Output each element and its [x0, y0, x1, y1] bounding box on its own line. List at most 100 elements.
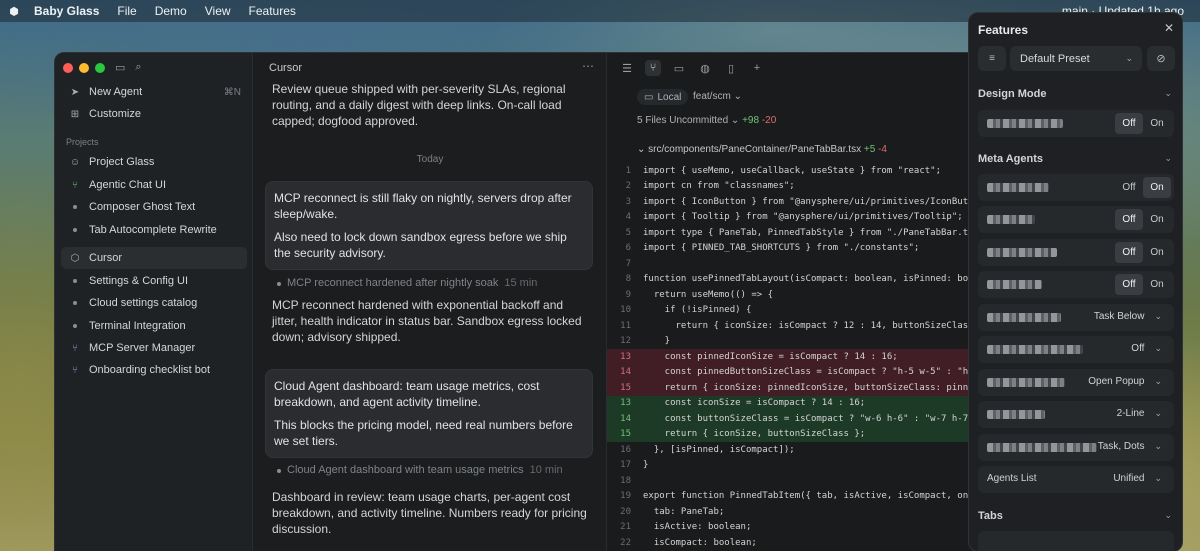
terminal-icon[interactable]: ▭ — [671, 60, 687, 76]
removed-count: -20 — [761, 115, 777, 126]
agent-status-line[interactable]: Cloud Agent dashboard with team usage me… — [277, 464, 563, 476]
link-icon[interactable]: ⊘ — [1147, 46, 1175, 71]
menu-features[interactable]: Features — [249, 4, 296, 18]
code-line: 9 return useMemo(() => { — [607, 287, 1013, 303]
dot-icon — [67, 324, 83, 328]
file-path: src/components/PaneContainer/PaneTabBar.… — [648, 144, 862, 155]
feature-row[interactable]: Open Popup ⌄ — [978, 369, 1174, 396]
sidebar-toggle-icon[interactable]: ▭ — [115, 61, 125, 74]
features-panel: Features ✕ ≡ Default Preset ⌄ ⊘ Design M… — [968, 12, 1183, 551]
code-line: 21 isActive: boolean; — [607, 520, 1013, 536]
toggle-on[interactable]: On — [1143, 209, 1171, 230]
document-icon[interactable]: ▯ — [723, 60, 739, 76]
new-agent-button[interactable]: ➤ New Agent ⌘N — [61, 81, 247, 103]
chevron-down-icon[interactable]: ⌄ — [1164, 88, 1172, 99]
toggle-on[interactable]: On — [1143, 242, 1171, 263]
toggle-off[interactable]: Off — [1115, 274, 1143, 295]
line-number: 3 — [625, 196, 631, 207]
feature-dropdown[interactable]: Task, Dots ⌄ — [1098, 441, 1162, 452]
section-tabs[interactable]: Tabs — [978, 510, 1003, 522]
redacted-label — [987, 378, 1065, 387]
sidebar-item-cloud-settings[interactable]: Cloud settings catalog — [61, 292, 247, 314]
sidebar-item-cursor[interactable]: ⬡ Cursor — [61, 247, 247, 269]
toggle-off[interactable]: Off — [1115, 177, 1143, 198]
list-sort-icon[interactable]: ≡ — [978, 46, 1006, 71]
minimize-window-button[interactable] — [79, 63, 89, 73]
feature-row[interactable]: Task, Dots ⌄ — [978, 434, 1174, 461]
customize-button[interactable]: ⊞ Customize — [61, 103, 247, 125]
chevron-down-icon[interactable]: ⌄ — [1164, 510, 1172, 521]
dot-icon — [67, 205, 83, 209]
section-meta-agents[interactable]: Meta Agents — [978, 153, 1043, 165]
feature-dropdown[interactable]: Open Popup ⌄ — [1088, 376, 1162, 387]
source-control-icon[interactable]: ⑂ — [645, 60, 661, 76]
preset-dropdown[interactable]: Default Preset ⌄ — [1010, 46, 1142, 71]
sidebar-item-label: Settings & Config UI — [89, 275, 189, 287]
toggle-off[interactable]: Off — [1115, 242, 1143, 263]
sidebar-item-tab-autocomplete[interactable]: Tab Autocomplete Rewrite — [61, 219, 247, 241]
section-design-mode[interactable]: Design Mode — [978, 88, 1046, 100]
menu-view[interactable]: View — [205, 4, 231, 18]
sidebar: ▭ ⌕ ➤ New Agent ⌘N ⊞ Customize Projects … — [55, 53, 253, 551]
files-icon[interactable]: ☰ — [619, 60, 635, 76]
chevron-down-icon: ⌄ — [1154, 343, 1162, 353]
feature-row-agents-list[interactable]: Agents List Unified ⌄ — [978, 466, 1174, 493]
chevron-down-icon: ⌄ — [1154, 311, 1162, 321]
sidebar-item-settings-config[interactable]: Settings & Config UI — [61, 270, 247, 292]
feature-row[interactable]: Off ⌄ — [978, 336, 1174, 363]
menu-demo[interactable]: Demo — [155, 4, 187, 18]
close-icon[interactable]: ✕ — [1164, 21, 1174, 35]
agent-status-line[interactable]: MCP reconnect hardened after nightly soa… — [277, 277, 537, 289]
agent-message: MCP reconnect hardened with exponential … — [272, 298, 582, 344]
uncommitted-summary[interactable]: 5 Files Uncommitted ⌄ +98 -20 — [637, 115, 776, 126]
feature-dropdown[interactable]: Task Below ⌄ — [1094, 311, 1162, 322]
search-icon[interactable]: ⌕ — [135, 61, 141, 74]
globe-icon[interactable]: ◍ — [697, 60, 713, 76]
app-logo-icon[interactable]: ⬢ — [8, 5, 20, 18]
local-toggle[interactable]: ▭ Local — [637, 89, 689, 105]
dropdown-value: Task Below — [1093, 311, 1145, 322]
toggle-segment[interactable]: Off On — [1115, 113, 1171, 134]
feature-row[interactable]: Task Below ⌄ — [978, 304, 1174, 331]
toggle-on[interactable]: On — [1143, 113, 1171, 134]
features-title: Features — [978, 23, 1029, 37]
sidebar-item-mcp-server-manager[interactable]: ⑂ MCP Server Manager — [61, 337, 247, 359]
branch-selector[interactable]: feat/scm ⌄ — [693, 91, 742, 102]
sidebar-item-terminal-integration[interactable]: Terminal Integration — [61, 315, 247, 337]
toggle-segment[interactable]: Off On — [1115, 274, 1171, 295]
menu-app-name[interactable]: Baby Glass — [34, 4, 99, 18]
feature-dropdown[interactable]: Off ⌄ — [1131, 343, 1162, 354]
code-line: 20 tab: PaneTab; — [607, 504, 1013, 520]
status-time: 10 min — [529, 464, 563, 476]
dot-icon — [67, 228, 83, 232]
feature-row: Off On — [978, 239, 1174, 266]
more-options-icon[interactable]: ⋯ — [582, 59, 594, 73]
line-number: 10 — [620, 305, 631, 316]
close-window-button[interactable] — [63, 63, 73, 73]
chevron-down-icon[interactable]: ⌄ — [1164, 153, 1172, 164]
toggle-segment[interactable]: Off On — [1115, 209, 1171, 230]
new-agent-shortcut: ⌘N — [223, 86, 241, 98]
sidebar-item-agentic-chat-ui[interactable]: ⑂ Agentic Chat UI — [61, 174, 247, 196]
diff-view[interactable]: 1 import { useMemo, useCallback, useState… — [607, 163, 1013, 551]
toggle-on[interactable]: On — [1143, 274, 1171, 295]
toggle-off[interactable]: Off — [1115, 113, 1143, 134]
toggle-segment[interactable]: Off On — [1115, 242, 1171, 263]
feature-row: Off On — [978, 174, 1174, 201]
line-number: 8 — [625, 274, 631, 285]
toggle-on[interactable]: On — [1143, 177, 1171, 198]
toggle-off[interactable]: Off — [1115, 209, 1143, 230]
feature-dropdown[interactable]: 2-Line ⌄ — [1117, 408, 1162, 419]
menu-file[interactable]: File — [117, 4, 136, 18]
toggle-segment[interactable]: Off On — [1115, 177, 1171, 198]
code-text: return { iconSize: pinnedIconSize, butto… — [643, 382, 985, 393]
sidebar-item-project-glass[interactable]: ☺ Project Glass — [61, 151, 247, 173]
feature-row[interactable]: 2-Line ⌄ — [978, 401, 1174, 428]
file-header[interactable]: ⌄ src/components/PaneContainer/PaneTabBa… — [637, 144, 887, 155]
add-tab-icon[interactable]: + — [749, 60, 765, 76]
zoom-window-button[interactable] — [95, 63, 105, 73]
code-text: }, [isPinned, isCompact]); — [643, 444, 795, 455]
feature-dropdown[interactable]: Unified ⌄ — [1113, 473, 1162, 484]
sidebar-item-onboarding-bot[interactable]: ⑂ Onboarding checklist bot — [61, 359, 247, 381]
sidebar-item-composer-ghost-text[interactable]: Composer Ghost Text — [61, 196, 247, 218]
